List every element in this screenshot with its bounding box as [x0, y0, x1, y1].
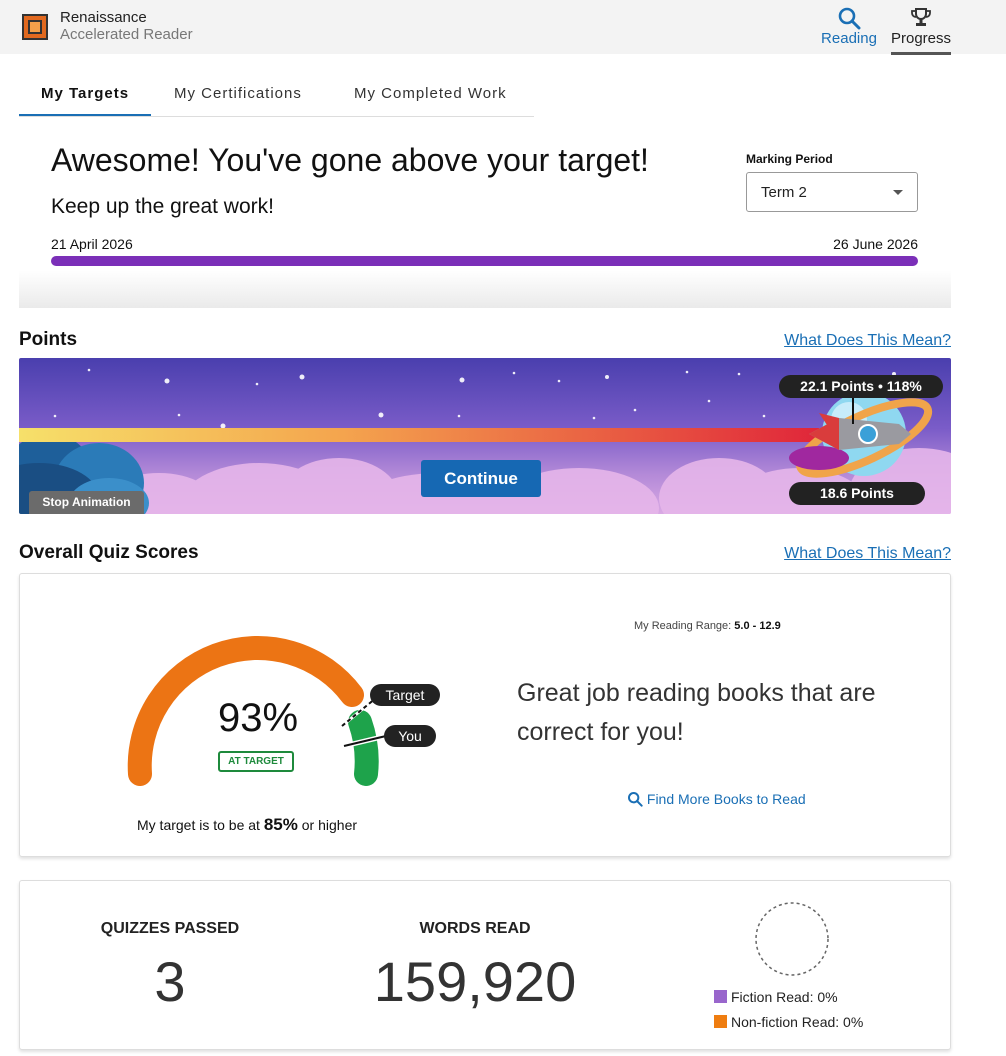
quiz-score-percent: 93% — [217, 696, 299, 740]
quiz-target-value: 85% — [263, 815, 298, 834]
trophy-icon — [911, 8, 931, 26]
stop-animation-button[interactable]: Stop Animation — [29, 491, 144, 514]
continue-button[interactable]: Continue — [421, 460, 541, 497]
nav-reading-label: Reading — [821, 30, 877, 47]
reading-range-value: 5.0 - 12.9 — [734, 620, 781, 632]
period-start-date: 21 April 2026 — [51, 236, 133, 252]
top-bar: Renaissance Accelerated Reader Reading P… — [0, 0, 1006, 55]
period-progress-bar — [51, 256, 918, 266]
tab-my-certifications[interactable]: My Certifications — [174, 85, 302, 102]
reading-range: My Reading Range: 5.0 - 12.9 — [634, 620, 781, 632]
quiz-help-link[interactable]: What Does This Mean? — [784, 545, 951, 563]
nonfiction-swatch — [714, 1015, 727, 1028]
fiction-swatch — [714, 990, 727, 1003]
brand-name: Renaissance — [60, 9, 147, 26]
chevron-down-icon — [893, 190, 903, 195]
tab-my-completed-work[interactable]: My Completed Work — [354, 85, 507, 102]
progress-tabs: My Targets My Certifications My Complete… — [19, 70, 534, 117]
points-help-link[interactable]: What Does This Mean? — [784, 332, 951, 350]
product-name: Accelerated Reader — [60, 26, 193, 43]
nav-progress-label: Progress — [890, 30, 952, 47]
gauge-target-arc — [348, 710, 379, 786]
tab-my-targets[interactable]: My Targets — [41, 85, 129, 102]
legend-fiction: Fiction Read: 0% — [714, 989, 838, 1005]
reading-stats-card: QUIZZES PASSED 3 WORDS READ 159,920 Fict… — [19, 880, 951, 1050]
tab-active-indicator — [19, 114, 151, 116]
points-animation-banner: 22.1 Points • 118% 18.6 Points Continue … — [19, 358, 951, 514]
legend-nonfiction: Non-fiction Read: 0% — [714, 1014, 863, 1030]
nav-progress-button[interactable]: Progress — [890, 6, 952, 47]
points-target-label: 18.6 Points — [789, 482, 925, 505]
search-icon — [628, 792, 643, 807]
nav-reading-button[interactable]: Reading — [818, 6, 880, 47]
quiz-scores-title: Overall Quiz Scores — [19, 542, 199, 563]
words-read-value: 159,920 — [373, 950, 577, 1013]
stars — [53, 368, 896, 429]
status-badge: AT TARGET — [218, 751, 294, 772]
gauge-target-tag: Target — [370, 684, 440, 706]
gauge-you-tag: You — [384, 725, 436, 747]
marking-period-value: Term 2 — [761, 184, 807, 201]
reading-range-label: My Reading Range: — [634, 620, 732, 632]
words-read-label: WORDS READ — [419, 920, 531, 937]
target-summary-card: Awesome! You've gone above your target! … — [19, 138, 951, 308]
genre-pie-chart — [755, 902, 829, 976]
target-subline: Keep up the great work! — [51, 195, 274, 218]
quizzes-passed-label: QUIZZES PASSED — [100, 920, 240, 937]
quiz-message: Great job reading books that are correct… — [517, 679, 876, 746]
marking-period-label: Marking Period — [746, 152, 833, 166]
nav-active-indicator — [891, 52, 951, 55]
quiz-target-text: My target is to be at 85% or higher — [137, 815, 357, 835]
points-title: Points — [19, 329, 78, 350]
quiz-target-suffix: or higher — [297, 817, 358, 833]
quizzes-passed-value: 3 — [154, 950, 186, 1013]
find-more-books-label: Find More Books to Read — [646, 791, 806, 807]
quiz-scores-card: Target You 93% AT TARGET My target is to… — [19, 573, 951, 857]
find-more-books-link[interactable]: Find More Books to Read — [627, 791, 806, 807]
search-icon — [838, 7, 861, 30]
target-headline: Awesome! You've gone above your target! — [51, 142, 649, 178]
points-earned-label: 22.1 Points • 118% — [779, 375, 943, 398]
quiz-target-prefix: My target is to be at — [137, 817, 264, 833]
marking-period-select[interactable]: Term 2 — [746, 172, 918, 212]
fiction-label: Fiction Read: 0% — [731, 989, 838, 1005]
points-trail — [19, 428, 819, 442]
nonfiction-label: Non-fiction Read: 0% — [731, 1014, 864, 1030]
accelerated-reader-logo-icon — [22, 14, 48, 40]
period-end-date: 26 June 2026 — [833, 236, 918, 252]
